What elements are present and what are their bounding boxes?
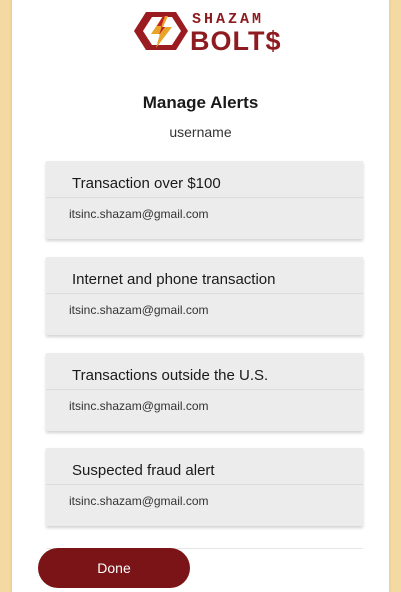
alert-email: itsinc.shazam@gmail.com <box>69 399 209 413</box>
page-title: Manage Alerts <box>142 93 259 112</box>
app-screen: SHAZAM BOLT$ Manage Alerts username Tran… <box>12 0 389 592</box>
alert-card-transaction-over-100[interactable]: Transaction over $100 itsinc.shazam@gmai… <box>46 161 363 239</box>
brand-name-bottom: BOLT$ <box>190 26 282 56</box>
card-divider <box>46 293 363 294</box>
alert-card-internet-phone[interactable]: Internet and phone transaction itsinc.sh… <box>46 257 363 335</box>
alert-title: Suspected fraud alert <box>72 462 215 479</box>
card-divider <box>46 484 363 485</box>
alert-title: Internet and phone transaction <box>72 271 276 288</box>
username-label: username <box>169 124 232 140</box>
done-button[interactable]: Done <box>38 548 190 588</box>
alert-card-outside-us[interactable]: Transactions outside the U.S. itsinc.sha… <box>46 353 363 431</box>
alert-card-suspected-fraud[interactable]: Suspected fraud alert itsinc.shazam@gmai… <box>46 448 363 526</box>
alert-email: itsinc.shazam@gmail.com <box>69 207 209 221</box>
alert-email: itsinc.shazam@gmail.com <box>69 494 209 508</box>
shazam-bolts-logo: SHAZAM BOLT$ <box>132 8 318 56</box>
card-divider <box>46 197 363 198</box>
alert-title: Transaction over $100 <box>72 175 221 192</box>
alert-email: itsinc.shazam@gmail.com <box>69 303 209 317</box>
alert-title: Transactions outside the U.S. <box>72 367 269 384</box>
bolt-logo-icon <box>134 12 188 50</box>
card-divider <box>46 389 363 390</box>
